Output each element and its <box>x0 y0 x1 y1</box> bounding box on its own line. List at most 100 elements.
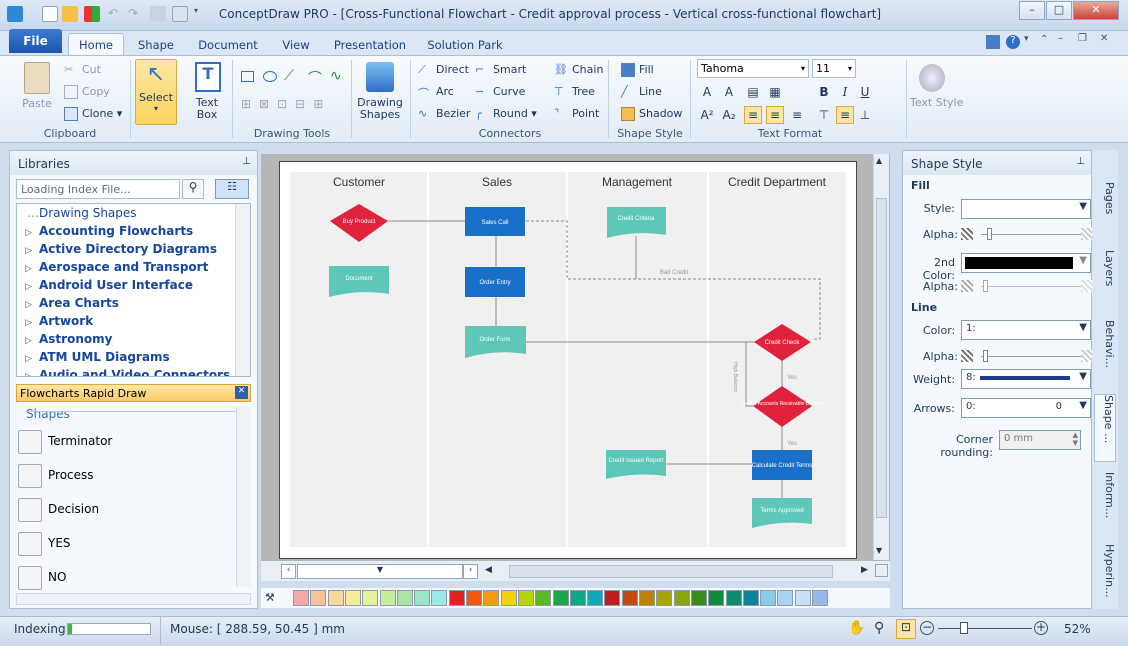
color-swatch[interactable] <box>344 590 361 606</box>
clone-button[interactable]: Clone ▾ <box>64 107 122 121</box>
pin-icon[interactable]: ⊥ <box>242 156 251 167</box>
side-tab-shape-style[interactable]: Shape ... <box>1094 394 1116 462</box>
color-swatch[interactable] <box>569 590 586 606</box>
library-search-input[interactable]: Loading Index File... <box>16 179 180 199</box>
list-item[interactable]: ▷ Artwork <box>25 314 93 332</box>
scroll-right-icon[interactable]: ▶ <box>861 565 868 575</box>
color-swatch[interactable] <box>431 590 448 606</box>
fill-button[interactable]: Fill <box>621 63 654 77</box>
canvas-vertical-scrollbar[interactable]: ▲ ▼ <box>873 154 889 560</box>
paste-icon[interactable] <box>24 62 50 94</box>
spinner-icon[interactable]: ▲ ▼ <box>1073 431 1078 447</box>
palette-tool-icon[interactable]: ⚒ <box>265 591 275 604</box>
zoom-slider[interactable] <box>938 628 1032 629</box>
tab-file[interactable]: File <box>9 29 62 53</box>
side-tab-layers[interactable]: Layers <box>1096 250 1116 286</box>
arc-connector-button[interactable]: ⌒ Arc <box>418 85 454 100</box>
side-tab-information[interactable]: Inform... <box>1096 472 1116 518</box>
color-swatch[interactable] <box>794 590 811 606</box>
color-swatch[interactable] <box>293 590 309 606</box>
list-item[interactable]: ▷ Astronomy <box>25 332 112 350</box>
color-swatch[interactable] <box>673 590 690 606</box>
text-box-icon[interactable]: T <box>195 62 221 92</box>
shadow-button[interactable]: Shadow <box>621 107 682 121</box>
list-item[interactable]: ▷ Accounting Flowcharts <box>25 224 193 242</box>
color-swatch[interactable] <box>396 590 413 606</box>
font-color-icon[interactable]: ▤ <box>744 83 762 101</box>
font-size-select[interactable]: 11 ▾ <box>812 59 856 78</box>
side-tab-behavior[interactable]: Behavi... <box>1096 320 1116 368</box>
help-dropdown-icon[interactable]: ▾ <box>1024 34 1029 44</box>
tab-document[interactable]: Document <box>192 35 264 55</box>
select-button[interactable]: ↖ Select ▾ <box>135 59 177 125</box>
font-family-select[interactable]: Tahoma ▾ <box>697 59 809 78</box>
color-swatch[interactable] <box>604 590 621 606</box>
arc-tool-icon[interactable]: ⌒ <box>308 68 324 87</box>
second-color-select[interactable]: ▼ <box>961 253 1091 273</box>
zoom-tool-icon[interactable]: ⚲ <box>874 620 884 636</box>
color-swatch[interactable] <box>483 590 500 606</box>
color-swatch[interactable] <box>760 590 777 606</box>
rapid-draw-header[interactable]: Flowcharts Rapid Draw ✕ <box>16 384 251 402</box>
shrink-font-button[interactable]: A <box>720 83 738 101</box>
side-tab-hyperlink[interactable]: Hyperin... <box>1096 544 1116 598</box>
pan-icon[interactable]: ✋ <box>848 620 865 636</box>
color-swatch[interactable] <box>812 590 828 606</box>
tree-button[interactable]: ⊤ Tree <box>554 85 595 99</box>
shapes-hscrollbar[interactable] <box>16 593 251 605</box>
scroll-thumb[interactable] <box>876 198 887 518</box>
italic-button[interactable]: I <box>836 83 854 101</box>
help-icon[interactable]: ? <box>1006 35 1020 49</box>
subscript-button[interactable]: A₂ <box>720 106 738 124</box>
ribbon-collapse-icon[interactable]: ⌃ <box>1040 34 1048 45</box>
color-swatch[interactable] <box>621 590 638 606</box>
color-swatch[interactable] <box>552 590 569 606</box>
close-button[interactable]: ✕ <box>1073 1 1119 20</box>
maximize-button[interactable]: □ <box>1046 1 1072 20</box>
direct-connector-button[interactable]: ⟋ Direct <box>418 63 469 77</box>
alpha-slider-handle[interactable] <box>983 350 988 362</box>
fill-style-select[interactable]: ▼ <box>961 199 1091 219</box>
list-item[interactable]: ▷ Area Charts <box>25 296 119 314</box>
highlight-icon[interactable]: ▦ <box>766 83 784 101</box>
drawing-shapes-button[interactable]: Drawing Shapes <box>354 97 406 121</box>
color-swatch[interactable] <box>587 590 604 606</box>
page-selector[interactable]: ▼ <box>297 564 463 579</box>
drawing-shapes-icon[interactable] <box>366 62 394 92</box>
color-swatch[interactable] <box>310 590 327 606</box>
fit-to-window-icon[interactable]: ⊡ <box>896 619 916 639</box>
scroll-up-icon[interactable]: ▲ <box>876 156 882 165</box>
text-box-button[interactable]: Text Box <box>186 97 228 121</box>
scroll-down-icon[interactable]: ▼ <box>876 546 882 555</box>
hscroll-thumb[interactable] <box>509 565 833 578</box>
paste-button[interactable]: Paste <box>18 97 56 110</box>
arrows-select[interactable]: 0: 0 ▼ <box>961 398 1091 418</box>
color-swatch[interactable] <box>725 590 742 606</box>
list-item[interactable]: ▷ Android User Interface <box>25 278 193 296</box>
list-item[interactable]: ▷ Active Directory Diagrams <box>25 242 217 260</box>
canvas-area[interactable]: Customer Sales Management Credit Departm… <box>261 154 890 579</box>
alpha-slider-handle[interactable] <box>983 280 988 292</box>
mdi-close-icon[interactable]: ✕ <box>1100 33 1108 44</box>
minimize-button[interactable]: – <box>1019 1 1045 20</box>
canvas-page[interactable]: Customer Sales Management Credit Departm… <box>279 161 857 559</box>
drawing-tools-row2-icons[interactable]: ⊞⊠⊡⊟⊞ <box>241 97 341 113</box>
align-right-icon[interactable]: ≡ <box>788 106 806 124</box>
superscript-button[interactable]: A² <box>698 106 716 124</box>
close-icon[interactable]: ✕ <box>235 386 248 399</box>
layout-icon[interactable] <box>986 35 1000 49</box>
align-left-icon[interactable]: ≡ <box>744 106 762 124</box>
color-swatch[interactable] <box>535 590 552 606</box>
text-style-button[interactable]: Text Style <box>910 97 963 109</box>
valign-bottom-icon[interactable]: ⊥ <box>856 106 874 124</box>
curve-tool-icon[interactable]: ∿ <box>330 68 346 84</box>
zoom-in-icon[interactable]: + <box>1034 621 1048 635</box>
prev-page-button[interactable]: ‹ <box>281 564 296 579</box>
color-swatch[interactable] <box>448 590 465 606</box>
color-swatch[interactable] <box>466 590 482 606</box>
list-item[interactable]: ▷ ATM UML Diagrams <box>25 350 170 368</box>
list-item[interactable]: ▷ Audio and Video Connectors <box>25 368 230 376</box>
cut-button[interactable]: ✂ Cut <box>64 63 101 77</box>
smart-connector-button[interactable]: ⌐ Smart <box>475 63 526 77</box>
alpha-slider-handle[interactable] <box>987 228 992 240</box>
